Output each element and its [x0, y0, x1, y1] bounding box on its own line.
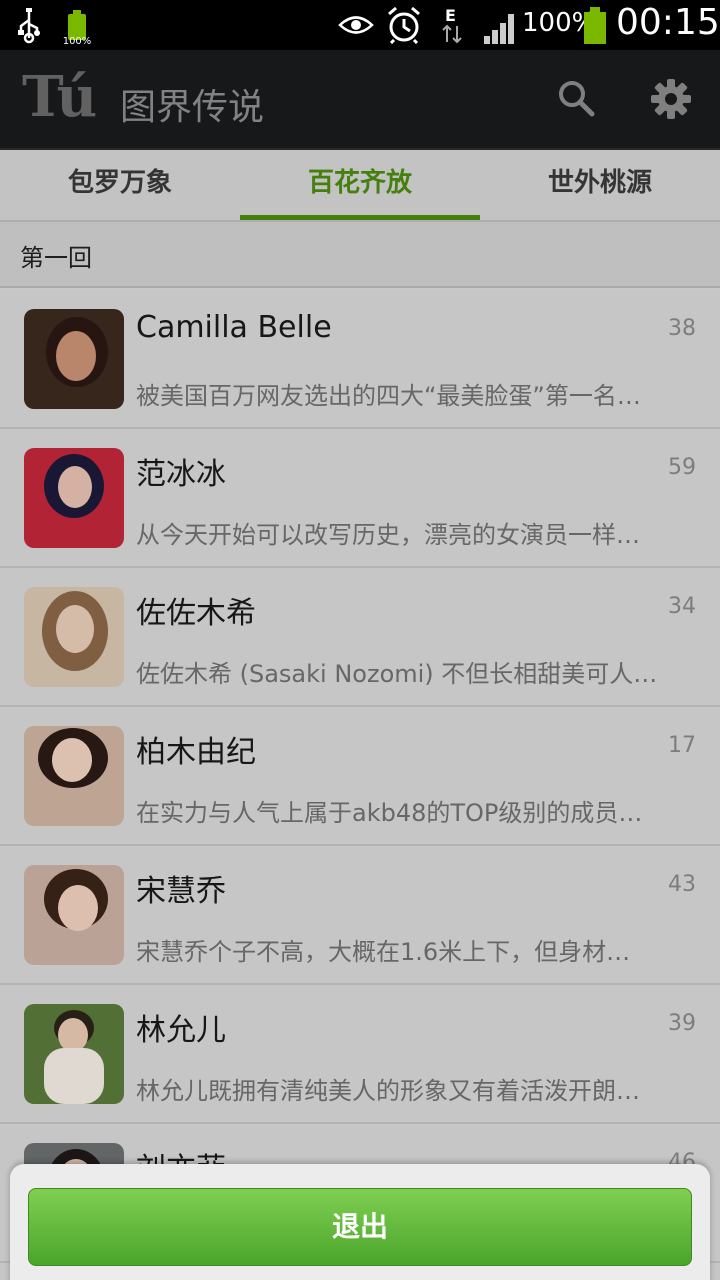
active-tab-indicator [240, 215, 480, 220]
list-item[interactable]: 范冰冰 59 从今天开始可以改写历史，漂亮的女演员一样… [0, 429, 720, 568]
item-name: 柏木由纪 [136, 735, 256, 770]
item-name: Camilla Belle [136, 310, 332, 345]
item-description: 宋慧乔个子不高，大概在1.6米上下，但身材… [136, 938, 631, 966]
item-count: 34 [668, 594, 696, 619]
avatar [24, 587, 124, 687]
item-name: 林允儿 [136, 1013, 226, 1048]
item-description: 林允儿既拥有清纯美人的形象又有着活泼开朗… [136, 1077, 640, 1105]
gear-icon[interactable] [650, 78, 692, 120]
avatar [24, 726, 124, 826]
list-item[interactable]: 林允儿 39 林允儿既拥有清纯美人的形象又有着活泼开朗… [0, 985, 720, 1124]
alarm-icon [388, 6, 420, 44]
gallery-list[interactable]: Camilla Belle 38 被美国百万网友选出的四大“最美脸蛋”第一名… … [0, 290, 720, 1280]
tab-label: 包罗万象 [67, 168, 172, 198]
status-bar: 100% E 100% 00:15 [0, 0, 720, 50]
tab-label: 世外桃源 [547, 168, 652, 198]
item-count: 59 [668, 455, 696, 480]
tab-paradise[interactable]: 世外桃源 [480, 150, 720, 222]
list-item[interactable]: 宋慧乔 43 宋慧乔个子不高，大概在1.6米上下，但身材… [0, 846, 720, 985]
exit-button[interactable]: 退出 [28, 1188, 692, 1266]
battery-icon [582, 6, 608, 44]
svg-text:E: E [445, 6, 456, 25]
signal-icon [484, 14, 514, 44]
list-item[interactable]: 佐佐木希 34 佐佐木希 (Sasaki Nozomi) 不但长相甜美可人… [0, 568, 720, 707]
item-count: 39 [668, 1011, 696, 1036]
item-count: 17 [668, 733, 696, 758]
dress-shape [44, 1048, 104, 1104]
battery-small-icon: 100% [62, 8, 92, 47]
app-logo: Tú [22, 64, 97, 130]
item-count: 43 [668, 872, 696, 897]
eye-icon [338, 16, 374, 34]
avatar [24, 865, 124, 965]
list-item[interactable]: 柏木由纪 17 在实力与人气上属于akb48的TOP级别的成员… [0, 707, 720, 846]
item-description: 佐佐木希 (Sasaki Nozomi) 不但长相甜美可人… [136, 660, 658, 688]
usb-icon [18, 8, 40, 44]
item-name: 范冰冰 [136, 457, 226, 492]
tab-bar: 包罗万象 百花齐放 世外桃源 [0, 150, 720, 222]
app-title: 图界传说 [120, 87, 265, 128]
item-description: 在实力与人气上属于akb48的TOP级别的成员… [136, 799, 643, 827]
avatar [24, 309, 124, 409]
item-count: 38 [668, 316, 696, 341]
exit-sheet: 退出 [10, 1164, 710, 1280]
clock: 00:15 [616, 2, 720, 43]
item-description: 从今天开始可以改写历史，漂亮的女演员一样… [136, 521, 640, 549]
item-name: 佐佐木希 [136, 596, 256, 631]
item-name: 宋慧乔 [136, 874, 226, 909]
list-item[interactable]: Camilla Belle 38 被美国百万网友选出的四大“最美脸蛋”第一名… [0, 290, 720, 429]
item-description: 被美国百万网友选出的四大“最美脸蛋”第一名… [136, 382, 641, 410]
section-header: 第一回 [0, 222, 720, 288]
avatar [24, 448, 124, 548]
app-header: Tú 图界传说 [0, 50, 720, 150]
battery-small-label: 100% [62, 36, 92, 47]
network-type-icon: E [442, 6, 462, 44]
avatar [24, 1004, 124, 1104]
tab-flowers[interactable]: 百花齐放 [240, 150, 480, 222]
section-title: 第一回 [20, 244, 92, 272]
tab-label: 百花齐放 [307, 168, 412, 198]
search-icon[interactable] [556, 78, 596, 118]
tab-all[interactable]: 包罗万象 [0, 150, 240, 222]
